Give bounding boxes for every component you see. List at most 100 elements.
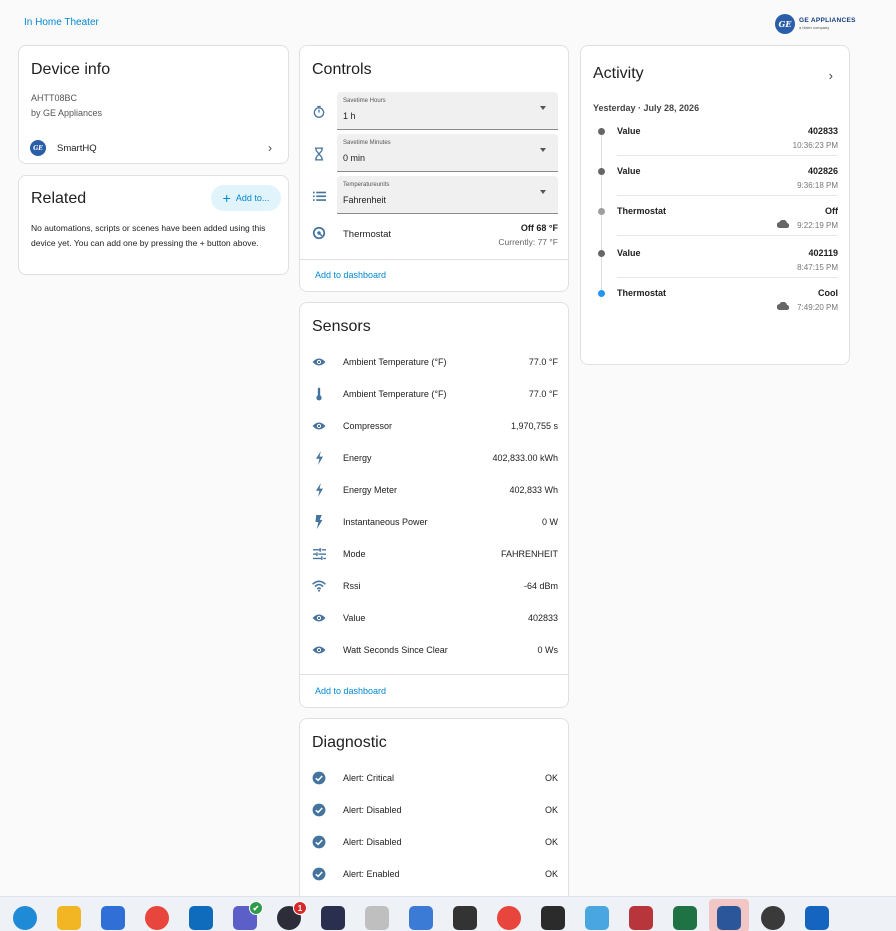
activity-value: 402833 — [807, 126, 838, 136]
eye-icon — [311, 354, 327, 370]
thermostat-row[interactable]: Thermostat Off 68 °F Currently: 77 °F — [300, 220, 568, 252]
access-icon[interactable] — [629, 906, 653, 930]
activity-time: 8:47:15 PM — [797, 263, 838, 272]
add-to-label: Add to... — [235, 193, 270, 203]
activity-entity-name: Value — [617, 166, 641, 176]
sensor-name: Ambient Temperature (°F) — [343, 389, 447, 399]
divider — [617, 195, 838, 196]
activity-entity-name: Thermostat — [617, 288, 667, 298]
eye-icon — [311, 642, 327, 658]
activity-time: 9:22:19 PM — [797, 221, 838, 230]
excel-icon[interactable] — [673, 906, 697, 930]
controls-add-to-dashboard-link[interactable]: Add to dashboard — [315, 270, 386, 280]
activity-value: 402119 — [808, 248, 838, 258]
wifi-icon — [311, 578, 327, 594]
edge-icon[interactable] — [13, 906, 37, 930]
diagnostic-name: Alert: Disabled — [343, 837, 402, 847]
sensor-row[interactable]: Ambient Temperature (°F) 77.0 °F — [300, 378, 568, 410]
related-empty-text: No automations, scripts or scenes have b… — [31, 223, 266, 248]
dsp-icon[interactable] — [365, 906, 389, 930]
chevron-right-icon: › — [268, 141, 272, 155]
sensor-name: Energy — [343, 453, 372, 463]
thermostat-icon — [311, 225, 327, 241]
device-manufacturer: by GE Appliances — [31, 108, 103, 118]
activity-entity-name: Value — [617, 126, 641, 136]
sensor-name: Instantaneous Power — [343, 517, 428, 527]
activity-time: 7:49:20 PM — [797, 303, 838, 312]
diagnostic-card: Diagnostic Alert: Critical OK Alert: Disab… — [299, 718, 569, 898]
thermostat-name: Thermostat — [343, 229, 392, 240]
check-circle-icon — [311, 866, 327, 882]
add-to-button[interactable]: + Add to... — [211, 185, 281, 211]
sensor-name: Watt Seconds Since Clear — [343, 645, 448, 655]
device-info-card: Device info AHTT08BC by GE Appliances GE… — [18, 45, 289, 164]
timeline-dot — [598, 208, 605, 215]
sensors-add-to-dashboard-link[interactable]: Add to dashboard — [315, 686, 386, 696]
sensor-value: 402,833.00 kWh — [492, 453, 558, 463]
savetime-minutes-select[interactable]: Savetime Minutes 0 min — [337, 134, 558, 172]
activity-entity-name: Thermostat — [617, 206, 667, 216]
diagnostic-row[interactable]: Alert: Enabled OK — [300, 858, 568, 890]
outlook-icon[interactable] — [189, 906, 213, 930]
download-icon[interactable] — [805, 906, 829, 930]
sensor-row[interactable]: Instantaneous Power 0 W — [300, 506, 568, 538]
notepad-icon[interactable] — [409, 906, 433, 930]
chevron-right-icon[interactable]: › — [829, 68, 833, 83]
brand-name: GE APPLIANCES — [799, 16, 856, 24]
check-circle-icon — [311, 802, 327, 818]
terminal-window-icon[interactable] — [453, 906, 477, 930]
paint-icon[interactable] — [585, 906, 609, 930]
select-label: Savetime Minutes — [343, 140, 391, 146]
activity-time: 9:36:18 PM — [797, 181, 838, 190]
file-explorer-icon[interactable] — [57, 906, 81, 930]
check-circle-icon — [311, 834, 327, 850]
cloud-icon — [776, 219, 790, 231]
speed-icon[interactable] — [761, 906, 785, 930]
sensor-value: 402,833 Wh — [509, 485, 558, 495]
sensors-title: Sensors — [312, 318, 371, 335]
sensor-row[interactable]: Compressor 1,970,755 s — [300, 410, 568, 442]
chrome-icon[interactable] — [145, 906, 169, 930]
timeline-dot — [598, 128, 605, 135]
sensor-row[interactable]: Rssi -64 dBm — [300, 570, 568, 602]
select-value: Fahrenheit — [343, 195, 387, 205]
sensor-row[interactable]: Mode FAHRENHEIT — [300, 538, 568, 570]
word-icon[interactable] — [717, 906, 741, 930]
temperature-units-select[interactable]: Temperatureunits Fahrenheit — [337, 176, 558, 214]
wave-app-icon[interactable] — [321, 906, 345, 930]
divider — [300, 674, 568, 675]
diagnostic-row[interactable]: Alert: Critical OK — [300, 762, 568, 794]
check-circle-icon — [311, 770, 327, 786]
eye-icon — [311, 610, 327, 626]
controls-card: Controls Savetime Hours 1 h Savetime Min… — [299, 45, 569, 292]
temperature-units-row: Temperatureunits Fahrenheit — [300, 176, 568, 214]
flash-icon — [311, 514, 327, 530]
sensor-value: 402833 — [527, 613, 558, 623]
teams-icon[interactable]: ✔ — [233, 901, 263, 930]
app-circle-icon[interactable]: 1 — [277, 901, 307, 930]
hourglass-icon — [311, 146, 327, 162]
breadcrumb-area-link[interactable]: In Home Theater — [24, 17, 99, 28]
store-icon[interactable] — [101, 906, 125, 930]
sensor-row[interactable]: Value 402833 — [300, 602, 568, 634]
lightning-icon — [311, 482, 327, 498]
cloud-icon — [776, 301, 790, 313]
select-value: 1 h — [343, 111, 356, 121]
diagnostic-row[interactable]: Alert: Disabled OK — [300, 794, 568, 826]
sensor-row[interactable]: Energy Meter 402,833 Wh — [300, 474, 568, 506]
sensor-value: FAHRENHEIT — [500, 549, 558, 559]
top-bar: In Home Theater GE GE APPLIANCES a Haier… — [0, 0, 896, 44]
sensor-row[interactable]: Ambient Temperature (°F) 77.0 °F — [300, 346, 568, 378]
controls-title: Controls — [312, 61, 372, 78]
diagnostic-row[interactable]: Alert: Disabled OK — [300, 826, 568, 858]
savetime-hours-select[interactable]: Savetime Hours 1 h — [337, 92, 558, 130]
sensor-name: Energy Meter — [343, 485, 398, 495]
terminal-icon[interactable] — [541, 906, 565, 930]
chrome-profile-icon[interactable] — [497, 906, 521, 930]
sensor-value: 77.0 °F — [528, 389, 558, 399]
sensor-row[interactable]: Energy 402,833.00 kWh — [300, 442, 568, 474]
integration-link-smarthq[interactable]: GE SmartHQ › — [19, 134, 288, 162]
activity-date: Yesterday · July 28, 2026 — [593, 103, 700, 113]
sensor-row[interactable]: Watt Seconds Since Clear 0 Ws — [300, 634, 568, 666]
diagnostic-title: Diagnostic — [312, 734, 387, 751]
